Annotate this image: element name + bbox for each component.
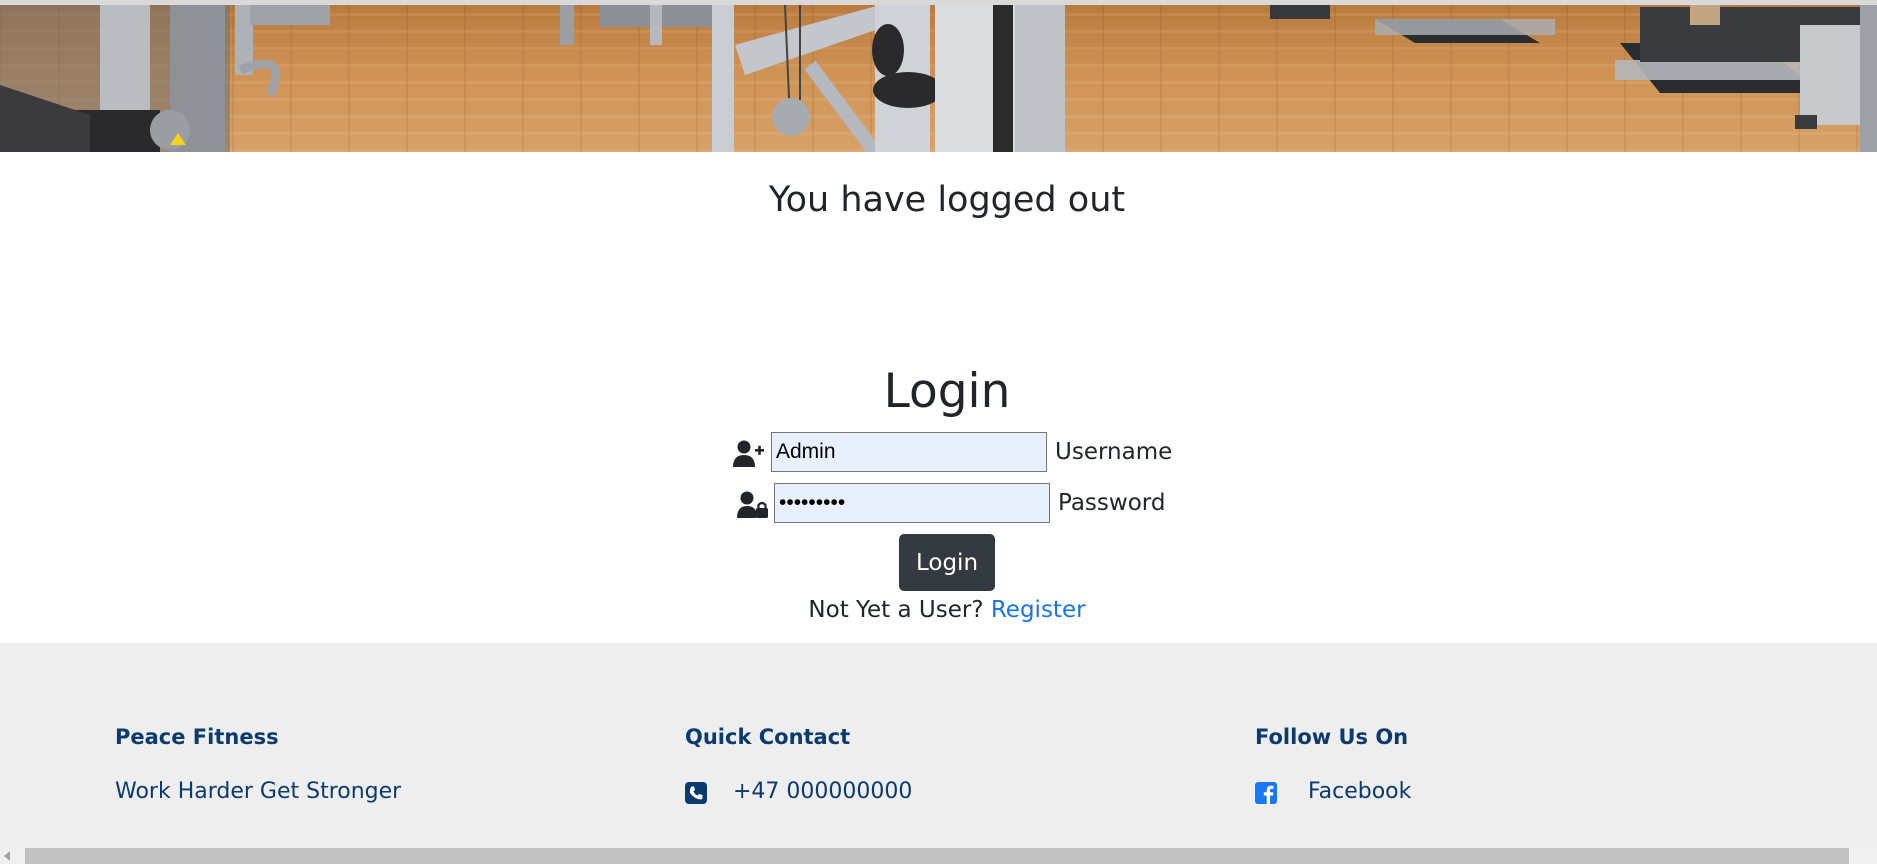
user-lock-icon bbox=[737, 491, 769, 519]
password-input[interactable] bbox=[774, 483, 1050, 523]
register-prompt-text: Not Yet a User? bbox=[808, 597, 984, 623]
horizontal-scrollbar[interactable] bbox=[0, 848, 1877, 864]
footer-column-contact: Quick Contact +47 000000000 bbox=[685, 725, 912, 804]
scrollbar-thumb[interactable] bbox=[25, 848, 1849, 864]
footer-brand-heading: Peace Fitness bbox=[115, 725, 279, 749]
footer: Peace Fitness Work Harder Get Stronger Q… bbox=[0, 643, 1877, 864]
footer-tagline: Work Harder Get Stronger bbox=[115, 779, 402, 804]
register-link[interactable]: Register bbox=[991, 597, 1086, 623]
footer-phone-number: +47 000000000 bbox=[733, 779, 913, 804]
footer-column-social: Follow Us On Facebook bbox=[1255, 725, 1411, 804]
username-label: Username bbox=[1055, 439, 1173, 465]
username-input[interactable] bbox=[771, 432, 1047, 472]
footer-contact-heading: Quick Contact bbox=[685, 725, 851, 749]
hero-banner-image bbox=[0, 5, 1877, 152]
register-prompt: Not Yet a User? Register bbox=[0, 597, 1877, 623]
phone-icon bbox=[685, 782, 707, 804]
footer-facebook-link[interactable]: Facebook bbox=[1308, 779, 1411, 804]
login-button[interactable]: Login bbox=[899, 534, 995, 591]
user-plus-icon bbox=[733, 440, 765, 468]
logout-message: You have logged out bbox=[768, 180, 1126, 220]
footer-social-heading: Follow Us On bbox=[1255, 725, 1409, 749]
password-label: Password bbox=[1058, 490, 1166, 516]
login-heading: Login bbox=[883, 364, 1011, 419]
scroll-left-arrow-icon[interactable] bbox=[4, 851, 10, 861]
footer-column-brand: Peace Fitness Work Harder Get Stronger bbox=[115, 725, 401, 804]
facebook-icon bbox=[1255, 782, 1277, 804]
